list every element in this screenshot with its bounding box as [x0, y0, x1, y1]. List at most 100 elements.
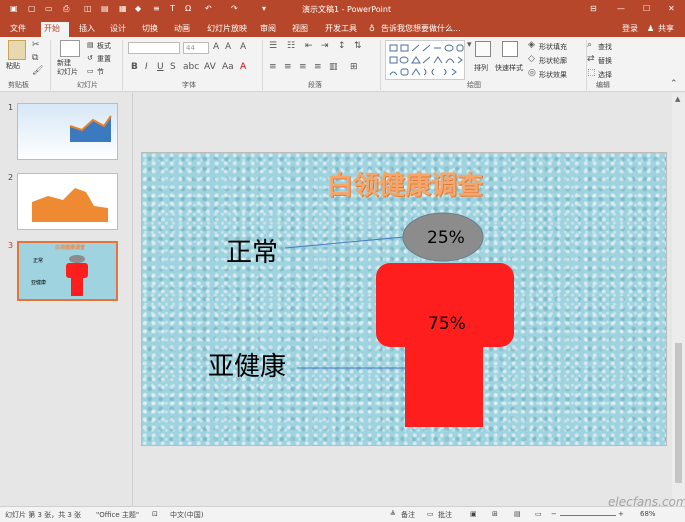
char-spacing-icon[interactable]: AV	[204, 62, 216, 72]
text-direction-icon[interactable]: ⇅	[354, 41, 362, 51]
tell-me-input[interactable]: 告诉我您想要做什么...	[378, 22, 464, 37]
reading-view-icon[interactable]: ▤	[514, 510, 521, 518]
tab-design[interactable]: 设计	[107, 22, 129, 37]
grid-icon[interactable]: ▦	[119, 4, 127, 13]
increase-font-icon[interactable]: A	[213, 42, 219, 52]
language[interactable]: 中文(中国)	[170, 510, 203, 520]
new-slide-icon[interactable]	[60, 40, 80, 57]
change-case-icon[interactable]: Aa	[222, 62, 234, 72]
label-subhealth[interactable]: 亚健康	[208, 346, 286, 383]
quick-styles-button[interactable]: 快速样式	[495, 63, 523, 73]
tab-file[interactable]: 文件	[7, 22, 29, 37]
layout-icon[interactable]: ▤	[87, 41, 94, 49]
strikethrough-icon[interactable]: abc	[183, 62, 199, 72]
collapse-ribbon-icon[interactable]: ⌃	[670, 79, 678, 89]
notes-icon[interactable]: ≜	[390, 510, 396, 518]
find-icon[interactable]: ⌕	[587, 40, 592, 50]
cut-icon[interactable]: ✂	[32, 40, 40, 50]
vertical-scrollbar[interactable]: ▲	[672, 93, 685, 506]
maximize-icon[interactable]: ☐	[643, 4, 650, 13]
section-button[interactable]: 节	[97, 67, 104, 77]
comments-icon[interactable]: ▭	[427, 510, 434, 518]
layout-button[interactable]: 板式	[97, 41, 111, 51]
print-icon[interactable]: ⎙	[63, 4, 69, 14]
tab-developer[interactable]: 开发工具	[322, 22, 360, 37]
numbering-icon[interactable]: ☷	[287, 41, 295, 51]
zoom-in-icon[interactable]: +	[618, 510, 624, 518]
new-icon[interactable]: ▢	[28, 4, 36, 13]
section-icon[interactable]: ▭	[87, 67, 94, 75]
undo-icon[interactable]: ↶	[205, 4, 212, 13]
label-normal[interactable]: 正常	[226, 232, 278, 269]
paste-button[interactable]: 粘贴	[6, 61, 20, 71]
shapes-more-icon[interactable]: ▾	[467, 40, 472, 50]
format-painter-icon[interactable]: 🖌	[32, 66, 43, 76]
find-button[interactable]: 查找	[598, 42, 612, 52]
minimize-icon[interactable]: —	[617, 4, 625, 13]
slide-thumbnail-2[interactable]	[17, 173, 118, 230]
tab-transitions[interactable]: 切换	[139, 22, 161, 37]
shape-outline-icon[interactable]: ◇	[528, 54, 535, 64]
redo-icon[interactable]: ↷	[231, 4, 238, 13]
shapes-icon[interactable]: ◆	[135, 4, 141, 13]
quick-styles-icon[interactable]	[502, 41, 518, 57]
arrange-button[interactable]: 排列	[474, 63, 488, 73]
new-slide-button[interactable]: 新建 幻灯片	[57, 59, 78, 77]
align-center-icon[interactable]: ≡	[284, 62, 292, 72]
clear-format-icon[interactable]: A	[240, 42, 246, 52]
smartart-icon[interactable]: ⊞	[350, 62, 358, 72]
shape-effect-button[interactable]: 形状效果	[539, 70, 567, 80]
spellcheck-icon[interactable]: ⊡	[152, 510, 158, 518]
zoom-level[interactable]: 68%	[640, 510, 656, 518]
shadow-icon[interactable]: S	[170, 62, 176, 72]
font-color-icon[interactable]: A	[240, 62, 246, 72]
scroll-thumb[interactable]	[675, 343, 682, 483]
comments-button[interactable]: 批注	[438, 510, 452, 520]
customize-icon[interactable]: ▾	[262, 4, 266, 13]
slide-canvas[interactable]: 白领健康调查 正常 亚健康 25% 75%	[141, 152, 667, 446]
tab-animations[interactable]: 动画	[171, 22, 193, 37]
paste-icon[interactable]	[8, 40, 26, 60]
present-icon[interactable]: ▭	[45, 4, 53, 13]
ribbon-options-icon[interactable]: ⊟	[590, 4, 597, 13]
zoom-slider[interactable]	[560, 515, 616, 516]
start-presentation-icon[interactable]: ◫	[84, 4, 92, 13]
sorter-view-icon[interactable]: ⊞	[492, 510, 498, 518]
shape-fill-button[interactable]: 形状填充	[539, 42, 567, 52]
arrange-icon[interactable]	[475, 41, 491, 57]
tab-insert[interactable]: 插入	[76, 22, 98, 37]
select-button[interactable]: 选择	[598, 70, 612, 80]
italic-icon[interactable]: I	[145, 62, 148, 72]
reset-icon[interactable]: ↺	[87, 54, 93, 62]
tab-slideshow[interactable]: 幻灯片放映	[204, 22, 250, 37]
save-icon[interactable]: ▣	[10, 4, 18, 13]
tab-review[interactable]: 审阅	[257, 22, 279, 37]
columns-icon[interactable]: ▥	[329, 62, 338, 72]
login-link[interactable]: 登录	[619, 22, 641, 37]
decrease-font-icon[interactable]: A	[225, 42, 231, 52]
scroll-up-icon[interactable]: ▲	[675, 95, 680, 103]
line-spacing-icon[interactable]: ↕	[338, 41, 346, 51]
slideshow-view-icon[interactable]: ▭	[535, 510, 542, 518]
indent-decrease-icon[interactable]: ⇤	[305, 41, 313, 51]
select-icon[interactable]: ⬚	[587, 68, 596, 78]
close-icon[interactable]: ✕	[668, 4, 675, 13]
text-icon[interactable]: T	[170, 4, 175, 13]
bullets-icon[interactable]: ☰	[269, 41, 277, 51]
notes-button[interactable]: 备注	[401, 510, 415, 520]
zoom-out-icon[interactable]: −	[551, 510, 557, 518]
tab-view[interactable]: 视图	[289, 22, 311, 37]
reset-button[interactable]: 重置	[97, 54, 111, 64]
bold-icon[interactable]: B	[131, 62, 138, 72]
font-name-select[interactable]	[128, 42, 180, 54]
underline-icon[interactable]: U	[157, 62, 164, 72]
shape-effect-icon[interactable]: ◎	[528, 68, 536, 78]
shapes-gallery[interactable]	[385, 40, 465, 80]
slide-thumbnail-3[interactable]: 白领健康调查 正常 亚健康	[17, 241, 118, 301]
slide-thumbnail-1[interactable]	[17, 103, 118, 160]
align-left-icon[interactable]: ≡	[269, 62, 277, 72]
align-right-icon[interactable]: ≡	[299, 62, 307, 72]
shape-fill-icon[interactable]: ◈	[528, 40, 535, 50]
justify-icon[interactable]: ≡	[314, 62, 322, 72]
indent-increase-icon[interactable]: ⇥	[321, 41, 329, 51]
